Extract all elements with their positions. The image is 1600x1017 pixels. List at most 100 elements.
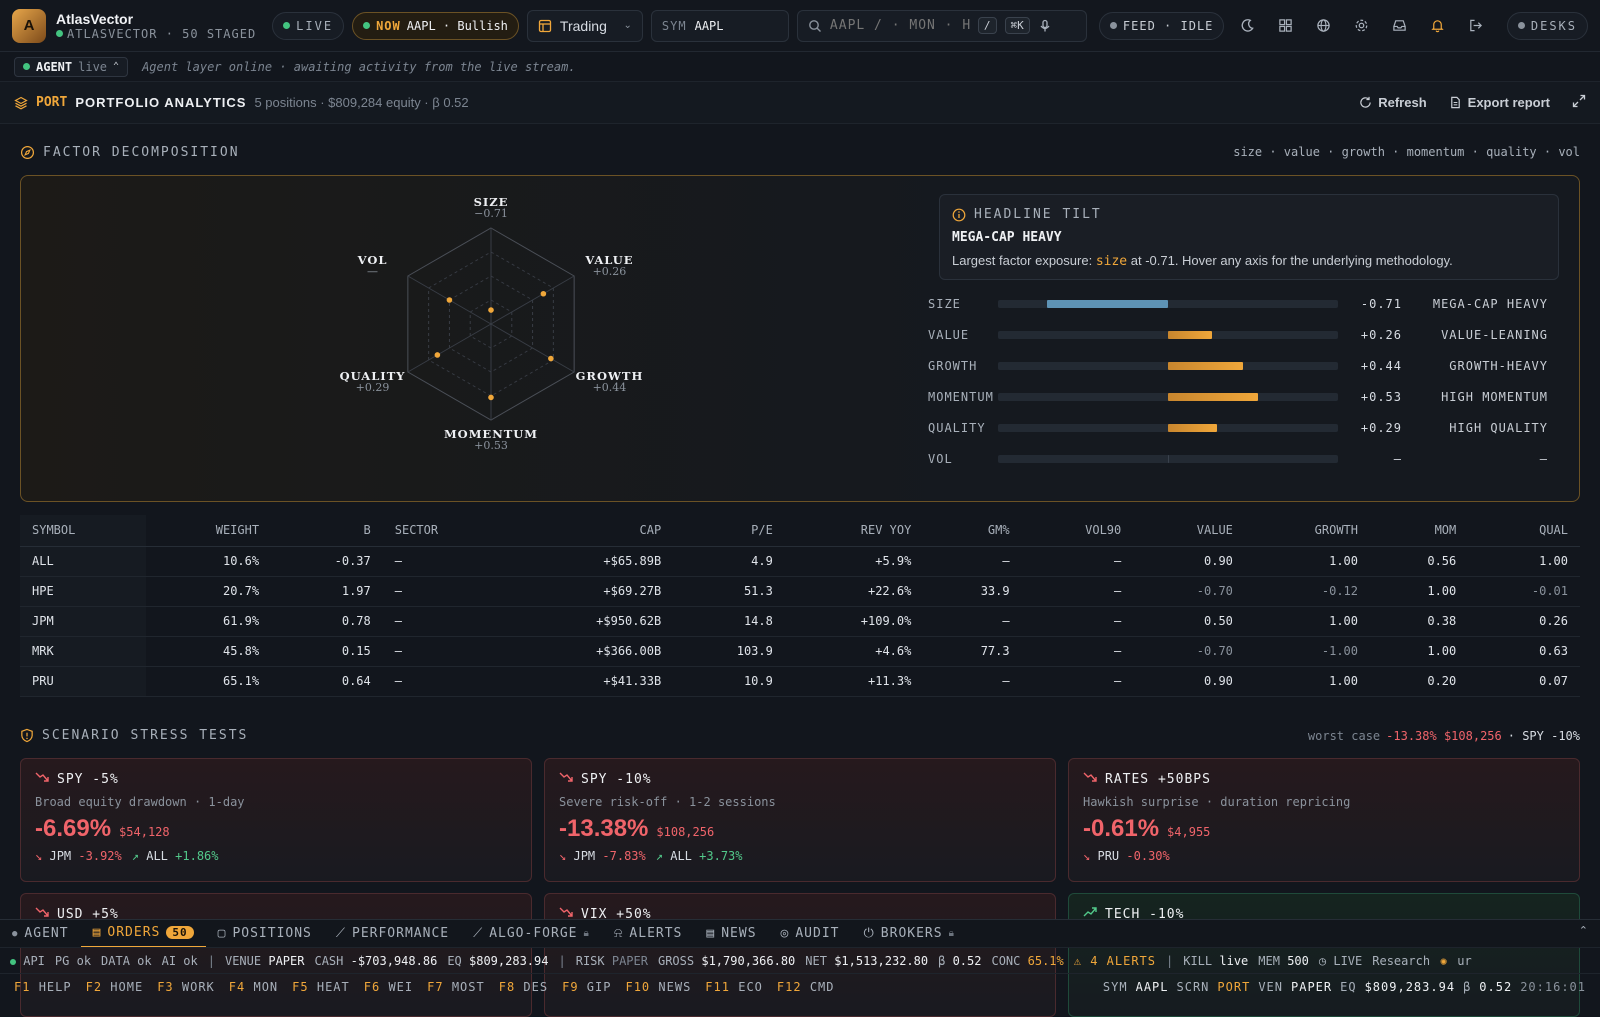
- search-box[interactable]: / ⌘K: [796, 9, 1087, 42]
- table-cell: 0.38: [1370, 606, 1469, 637]
- desks-dot: [1517, 22, 1525, 29]
- tab-alerts[interactable]: ⍾ ALERTS: [602, 920, 695, 948]
- radar-point-value[interactable]: [540, 290, 547, 297]
- radar-point-vol[interactable]: [446, 297, 453, 303]
- fkey-f6[interactable]: F6 WEI: [364, 980, 413, 994]
- table-cell: 1.00: [1244, 666, 1370, 697]
- stress-card[interactable]: SPY -5% Broad equity drawdown · 1-day -6.6…: [20, 758, 532, 882]
- agent-toggle[interactable]: AGENT live ⌃: [14, 56, 129, 77]
- radar-point-quality[interactable]: [434, 352, 441, 358]
- column-header[interactable]: CAP: [507, 515, 674, 547]
- table-cell: +$65.89B: [507, 546, 674, 577]
- inbox-icon[interactable]: [1384, 11, 1414, 41]
- grid-icon[interactable]: [1270, 11, 1300, 41]
- tab-performance[interactable]: ⟋ PERFORMANCE: [324, 920, 461, 948]
- column-header[interactable]: SECTOR: [382, 515, 508, 547]
- stress-card[interactable]: SPY -10% Severe risk-off · 1-2 sessions -1…: [544, 758, 1056, 882]
- fkey-f9[interactable]: F9 GIP: [562, 980, 611, 994]
- logout-icon[interactable]: [1460, 11, 1490, 41]
- radar-point-momentum[interactable]: [488, 394, 494, 401]
- column-header[interactable]: P/E: [673, 515, 785, 547]
- factor-bar-momentum[interactable]: MOMENTUM +0.53 HIGH MOMENTUM: [928, 387, 1548, 407]
- tab-news[interactable]: ▤ NEWS: [694, 920, 768, 948]
- fkey-f4[interactable]: F4 MON: [229, 980, 278, 994]
- refresh-button[interactable]: Refresh: [1359, 95, 1427, 110]
- fkey-f1[interactable]: F1 HELP: [14, 980, 72, 994]
- table-row[interactable]: JPM 61.9% 0.78— +$950.62B 14.8 +109.0% — —0.50 1…: [20, 606, 1580, 637]
- export-report-button[interactable]: Export report: [1449, 95, 1550, 110]
- search-input[interactable]: [829, 18, 970, 33]
- fkey-f5[interactable]: F5 HEAT: [292, 980, 350, 994]
- chevron-up-icon[interactable]: ⌃: [1579, 924, 1588, 937]
- column-header[interactable]: WEIGHT: [146, 515, 272, 547]
- column-header[interactable]: MOM: [1370, 515, 1469, 547]
- tab-agent[interactable]: ● AGENT: [0, 920, 81, 948]
- radar-point-size[interactable]: [488, 307, 494, 313]
- now-pill[interactable]: NOW AAPL · Bullish: [352, 11, 519, 40]
- column-header[interactable]: SYMBOL: [20, 515, 146, 547]
- tab-positions[interactable]: ▢ POSITIONS: [206, 920, 324, 948]
- app-logo[interactable]: A: [12, 8, 46, 43]
- symbol-field[interactable]: SYM AAPL: [650, 9, 789, 42]
- column-header[interactable]: REV YOY: [784, 515, 924, 547]
- factor-radar-chart[interactable]: SIZE−0.71VALUE+0.26GROWTH+0.44MOMENTUM+0…: [321, 186, 681, 486]
- table-cell: ALL: [20, 546, 146, 577]
- brand: AtlasVector ATLASVECTOR · 50 STAGED: [56, 11, 256, 41]
- live-pill[interactable]: LIVE: [272, 11, 345, 40]
- fkey-f11[interactable]: F11 ECO: [705, 980, 763, 994]
- moon-icon[interactable]: [1232, 11, 1262, 41]
- factor-bar-size[interactable]: SIZE -0.71 MEGA-CAP HEAVY: [928, 294, 1548, 314]
- sparkle-icon[interactable]: ✺: [1440, 954, 1447, 968]
- tab-icon: ⍾: [613, 926, 624, 941]
- stress-card-desc: Broad equity drawdown · 1-day: [35, 795, 245, 809]
- feed-status[interactable]: FEED · IDLE: [1098, 11, 1225, 40]
- fkey-f7[interactable]: F7 MOST: [427, 980, 485, 994]
- tab-brokers[interactable]: ⏻ BROKERS 🔒︎: [852, 920, 967, 948]
- radar-point-growth[interactable]: [548, 355, 554, 362]
- symbol-value: AAPL: [694, 18, 724, 33]
- factor-bar-quality[interactable]: QUALITY +0.29 HIGH QUALITY: [928, 418, 1548, 438]
- factor-bar-value[interactable]: VALUE +0.26 VALUE-LEANING: [928, 325, 1548, 345]
- tab-orders[interactable]: ▤ ORDERS 50: [80, 920, 206, 948]
- column-header[interactable]: GM%: [923, 515, 1022, 547]
- table-row[interactable]: PRU 65.1% 0.64— +$41.33B 10.9 +11.3% — —0.90 1.0…: [20, 666, 1580, 697]
- factor-bar-value: +0.29: [1360, 421, 1402, 435]
- workspace-select[interactable]: Trading ⌄: [526, 9, 643, 42]
- column-header[interactable]: VOL90: [1021, 515, 1134, 547]
- function-key-bar: F1 HELP F2 HOME F3 WORK F4 MON F5 HEAT F6 WEI…: [0, 973, 1600, 1000]
- fkey-f12[interactable]: F12 CMD: [777, 980, 835, 994]
- factor-bar-growth[interactable]: GROWTH +0.44 GROWTH-HEAVY: [928, 356, 1548, 376]
- expand-icon[interactable]: [1572, 94, 1586, 111]
- fkey-f10[interactable]: F10 NEWS: [625, 980, 691, 994]
- desks-button[interactable]: DESKS: [1506, 11, 1588, 40]
- tab-audit[interactable]: ◎ AUDIT: [769, 920, 852, 948]
- equity-status: EQ $809,283.94: [447, 953, 549, 968]
- table-cell: 20.7%: [146, 576, 272, 607]
- table-cell: 1.00: [1468, 546, 1580, 577]
- table-cell: 77.3: [923, 636, 1022, 667]
- table-cell: —: [923, 606, 1022, 637]
- column-header[interactable]: VALUE: [1133, 515, 1245, 547]
- fkey-f8[interactable]: F8 DES: [499, 980, 548, 994]
- info-icon: [952, 208, 966, 221]
- research-link[interactable]: Research: [1372, 954, 1430, 968]
- fkey-f2[interactable]: F2 HOME: [86, 980, 144, 994]
- portfolio-header: PORT PORTFOLIO ANALYTICS 5 positions · $…: [0, 82, 1600, 124]
- kill-status[interactable]: KILL live: [1183, 954, 1248, 968]
- stress-card[interactable]: RATES +50BPS Hawkish surprise · duration …: [1068, 758, 1580, 882]
- column-header[interactable]: QUAL: [1468, 515, 1580, 547]
- globe-icon[interactable]: [1308, 11, 1338, 41]
- alerts-count[interactable]: ⚠ 4 ALERTS: [1074, 954, 1156, 968]
- fkey-f3[interactable]: F3 WORK: [157, 980, 215, 994]
- tab-algo-forge[interactable]: ⟋ ALGO-FORGE 🔒︎: [461, 920, 602, 948]
- column-header[interactable]: Β: [271, 515, 383, 547]
- table-row[interactable]: MRK 45.8% 0.15— +$366.00B 103.9 +4.6% 77.3— -0.…: [20, 636, 1580, 667]
- factor-bar-vol[interactable]: VOL — —: [928, 449, 1548, 469]
- column-header[interactable]: GROWTH: [1244, 515, 1370, 547]
- table-cell: +109.0%: [784, 606, 924, 637]
- table-row[interactable]: HPE 20.7% 1.97— +$69.27B 51.3 +22.6% 33.9— -0.7…: [20, 576, 1580, 607]
- bell-icon[interactable]: [1422, 11, 1452, 41]
- microphone-icon[interactable]: [1038, 19, 1052, 33]
- gear-icon[interactable]: [1346, 11, 1376, 41]
- table-row[interactable]: ALL 10.6% -0.37— +$65.89B 4.9 +5.9% — —0.90 1.00…: [20, 546, 1580, 577]
